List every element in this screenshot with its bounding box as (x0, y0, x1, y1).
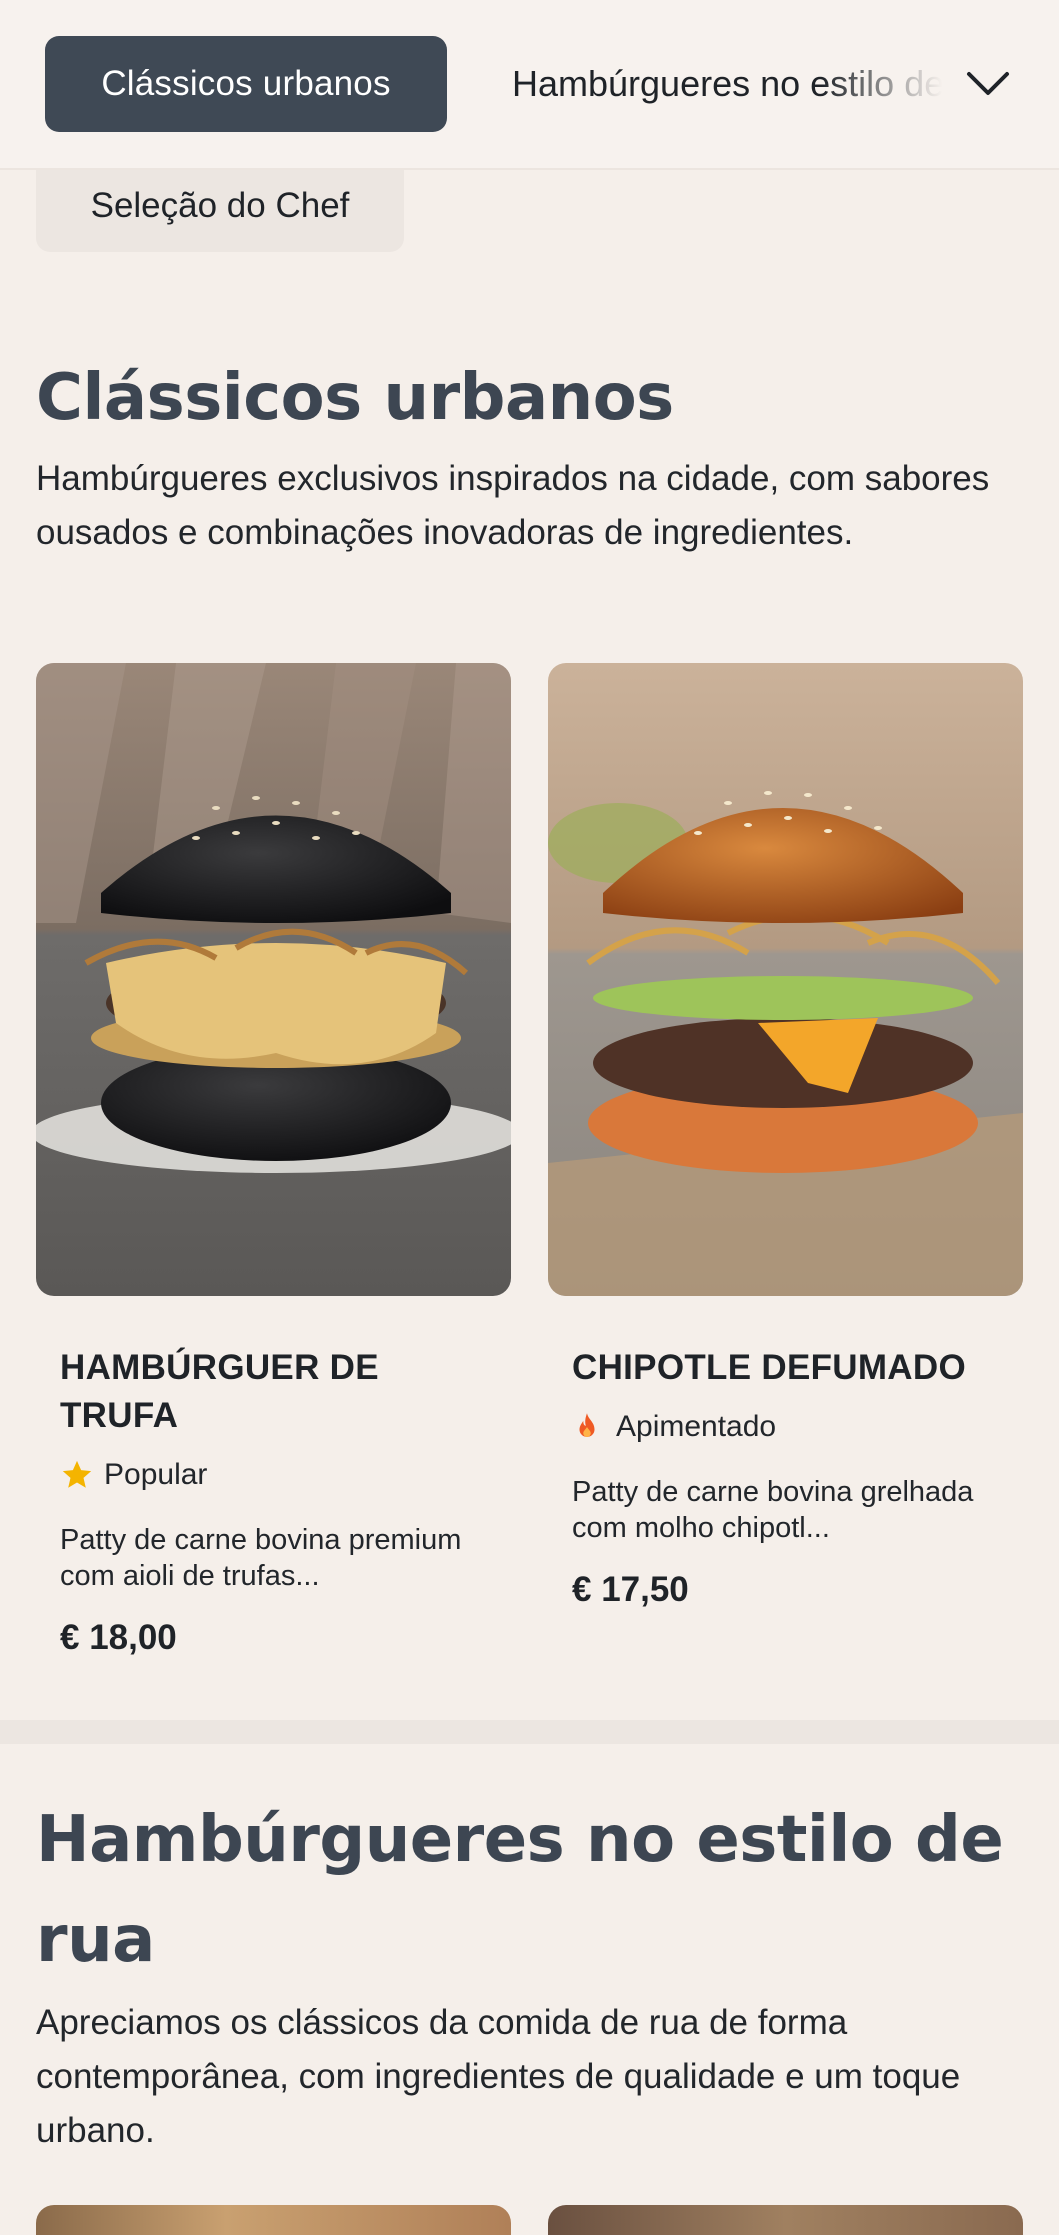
star-icon (60, 1458, 94, 1492)
item-description: Patty de carne bovina premium com aioli … (60, 1524, 462, 1592)
item-tag-label: Popular (104, 1458, 208, 1491)
burger-image[interactable] (548, 2205, 1023, 2235)
burger-image-trufa[interactable] (36, 663, 511, 1296)
item-tag-label: Apimentado (616, 1410, 777, 1443)
burger-image-chipotle[interactable] (548, 663, 1023, 1296)
section-divider (0, 1720, 1059, 1744)
item-tag: Apimentado (572, 1410, 1012, 1444)
item-price: € 17,50 (572, 1570, 689, 1609)
item-price: € 18,00 (60, 1618, 177, 1657)
tab-selecao-do-chef[interactable]: Seleção do Chef (36, 160, 404, 252)
item-name: HAMBÚRGUER DE TRUFA (60, 1348, 379, 1435)
menu-item-card[interactable]: HAMBÚRGUER DE TRUFA Popular Patty de car… (60, 1344, 500, 1658)
category-nav: Clássicos urbanos Hambúrgueres no estilo… (0, 0, 1059, 170)
flame-icon (572, 1410, 606, 1444)
tab-hamburgueres-estilo-rua[interactable]: Hambúrgueres no estilo de rua (512, 36, 942, 132)
chevron-down-icon[interactable] (950, 50, 1026, 118)
section-title-estilo-de-rua: Hambúrgueres no estilo de rua (36, 1803, 1004, 1977)
burger-image[interactable] (36, 2205, 511, 2235)
section-description: Hambúrgueres exclusivos inspirados na ci… (36, 459, 990, 552)
item-tag: Popular (60, 1458, 500, 1492)
tab-classicos-urbanos[interactable]: Clássicos urbanos (45, 36, 447, 132)
item-description: Patty de carne bovina grelhada com molho… (572, 1476, 974, 1544)
item-name: CHIPOTLE DEFUMADO (572, 1348, 966, 1387)
section-title-classicos-urbanos: Clássicos urbanos (36, 361, 674, 435)
section-description: Apreciamos os clássicos da comida de rua… (36, 2003, 961, 2150)
menu-item-card[interactable]: CHIPOTLE DEFUMADO Apimentado Patty de ca… (572, 1344, 1012, 1610)
